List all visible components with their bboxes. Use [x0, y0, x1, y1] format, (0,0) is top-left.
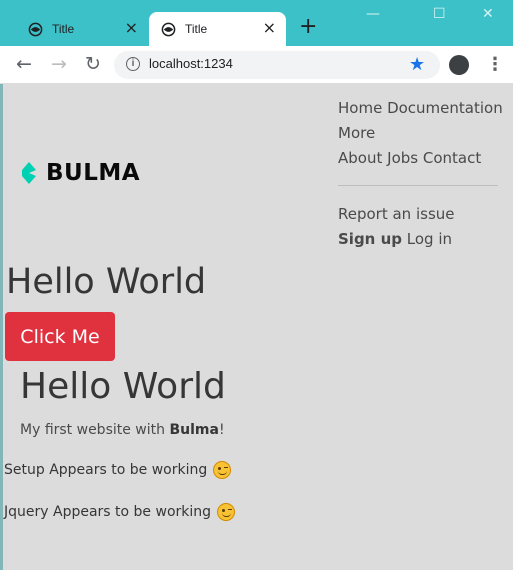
reload-icon[interactable]: ↻ [85, 53, 101, 75]
report-issue-link[interactable]: Report an issue [338, 205, 455, 223]
new-tab-button[interactable]: + [299, 16, 317, 38]
setup-status: Setup Appears to be working [4, 461, 232, 479]
tab-2-title: Title [185, 22, 208, 36]
browser-toolbar: ← → ↻ i localhost:1234 ★ ⋮ [0, 46, 513, 84]
page-heading-primary: Hello World [6, 262, 207, 302]
nav-link-more[interactable]: More [338, 124, 375, 142]
info-icon[interactable]: i [126, 57, 140, 71]
address-bar[interactable]: i localhost:1234 ★ [114, 51, 440, 79]
subtitle: My first website with Bulma! [20, 422, 225, 438]
sign-up-link[interactable]: Sign up [338, 230, 402, 248]
minimize-icon[interactable]: — [366, 6, 380, 22]
log-in-link[interactable]: Log in [407, 230, 452, 248]
tab-strip: Title × Title × + — ☐ ✕ [0, 0, 513, 46]
close-icon[interactable]: × [263, 20, 276, 36]
click-me-button[interactable]: Click Me [5, 312, 115, 361]
forward-arrow-icon[interactable]: → [51, 53, 67, 75]
subtitle-prefix: My first website with [20, 422, 170, 438]
navbar-divider [338, 185, 498, 186]
setup-status-text: Setup Appears to be working [4, 462, 208, 478]
close-icon[interactable]: × [125, 20, 138, 36]
brand-logo[interactable]: BULMA [20, 160, 140, 186]
jquery-status: Jquery Appears to be working [4, 503, 236, 521]
bulma-logo-icon [22, 162, 36, 184]
close-window-icon[interactable]: ✕ [482, 6, 494, 22]
bookmark-star-icon[interactable]: ★ [409, 54, 425, 75]
navbar-menu: Home Documentation More About Jobs Conta… [338, 96, 506, 252]
globe-icon [161, 22, 176, 36]
tab-2[interactable]: Title × [149, 12, 286, 46]
nav-link-about[interactable]: About [338, 149, 382, 167]
subtitle-suffix: ! [218, 422, 225, 438]
url-text[interactable]: localhost:1234 [149, 56, 233, 71]
page-viewport: BULMA Home Documentation More About Jobs… [0, 84, 513, 570]
tab-1[interactable]: Title × [16, 12, 148, 46]
back-arrow-icon[interactable]: ← [16, 53, 32, 75]
globe-icon [28, 22, 43, 36]
winking-face-icon [213, 461, 232, 479]
tab-1-title: Title [52, 22, 75, 36]
brand-name: BULMA [46, 160, 141, 186]
menu-kebab-icon[interactable]: ⋮ [486, 54, 504, 75]
nav-link-home[interactable]: Home [338, 99, 382, 117]
nav-link-jobs[interactable]: Jobs [387, 149, 418, 167]
page-heading-secondary: Hello World [20, 366, 226, 407]
page-left-edge [0, 84, 3, 570]
nav-link-documentation[interactable]: Documentation [387, 99, 503, 117]
winking-face-icon [217, 503, 236, 521]
subtitle-bulma: Bulma [169, 422, 219, 438]
maximize-icon[interactable]: ☐ [433, 6, 446, 22]
jquery-status-text: Jquery Appears to be working [4, 504, 212, 520]
nav-link-contact[interactable]: Contact [423, 149, 481, 167]
profile-avatar-icon[interactable] [449, 55, 469, 75]
